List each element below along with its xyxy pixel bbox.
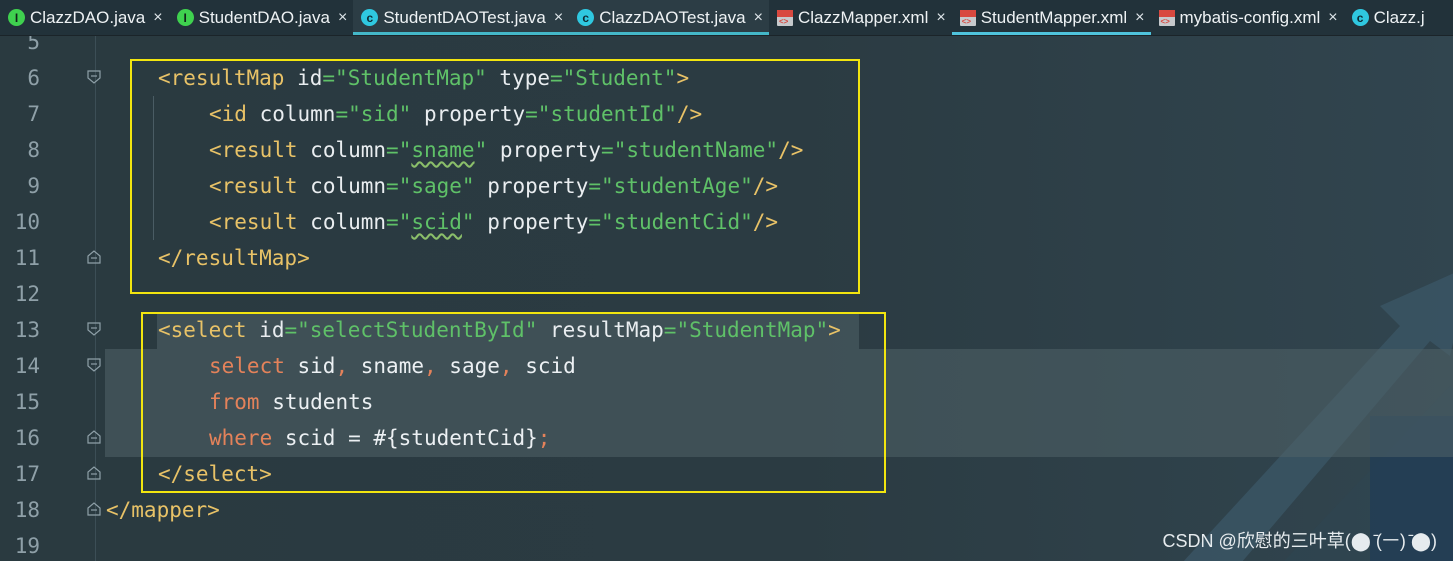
close-icon[interactable]: × bbox=[936, 9, 945, 27]
highlight-box-select bbox=[141, 312, 886, 493]
close-icon[interactable]: × bbox=[153, 9, 162, 27]
close-icon[interactable]: × bbox=[1328, 9, 1337, 27]
highlight-box-resultmap bbox=[130, 59, 860, 294]
tab-label: StudentDAO.java bbox=[198, 7, 330, 27]
tab-mybatis-config-xml[interactable]: mybatis-config.xml × bbox=[1151, 0, 1344, 35]
tab-label: Clazz.j bbox=[1373, 7, 1425, 27]
line-number: 8 bbox=[27, 138, 40, 162]
tab-label: ClazzDAO.java bbox=[30, 7, 146, 27]
tab-label: StudentMapper.xml bbox=[980, 7, 1128, 27]
interface-icon: I bbox=[176, 9, 194, 26]
code-line-5: 5 bbox=[0, 36, 1453, 60]
line-number: 10 bbox=[14, 210, 40, 234]
tab-clazz-java[interactable]: c Clazz.j bbox=[1344, 0, 1431, 35]
line-number: 6 bbox=[27, 66, 40, 90]
tab-clazzdao-java[interactable]: I ClazzDAO.java × bbox=[0, 0, 169, 35]
tab-clazzdaotest-java[interactable]: c ClazzDAOTest.java × bbox=[569, 0, 769, 35]
class-icon: c bbox=[1351, 9, 1369, 26]
tab-label: mybatis-config.xml bbox=[1179, 7, 1321, 27]
line-number: 13 bbox=[14, 318, 40, 342]
interface-icon: I bbox=[8, 9, 25, 26]
fold-end-icon[interactable] bbox=[87, 466, 101, 480]
line-number: 18 bbox=[14, 498, 40, 522]
xml-file-icon bbox=[1158, 9, 1175, 26]
editor-tab-bar: I ClazzDAO.java × I StudentDAO.java × c … bbox=[0, 0, 1453, 36]
close-icon[interactable]: × bbox=[338, 9, 347, 27]
line-number: 9 bbox=[27, 174, 40, 198]
fold-collapse-icon[interactable] bbox=[87, 322, 101, 336]
line-number: 19 bbox=[14, 534, 40, 558]
class-icon: c bbox=[577, 9, 595, 26]
fold-end-icon[interactable] bbox=[87, 250, 101, 264]
class-icon: c bbox=[361, 9, 379, 26]
line-number: 12 bbox=[14, 282, 40, 306]
line-number: 5 bbox=[27, 36, 40, 54]
close-icon[interactable]: × bbox=[754, 9, 763, 27]
tab-studentdao-java[interactable]: I StudentDAO.java × bbox=[169, 0, 354, 35]
line-number: 16 bbox=[14, 426, 40, 450]
line-number: 11 bbox=[14, 246, 40, 270]
tab-studentmapper-xml[interactable]: StudentMapper.xml × bbox=[951, 0, 1151, 35]
code-line-18: 18 </mapper> bbox=[0, 492, 1453, 528]
fold-collapse-icon[interactable] bbox=[87, 358, 101, 372]
line-number: 17 bbox=[14, 462, 40, 486]
fold-collapse-icon[interactable] bbox=[87, 70, 101, 84]
close-icon[interactable]: × bbox=[1135, 9, 1144, 27]
xml-file-icon bbox=[776, 9, 793, 26]
tab-label: StudentDAOTest.java bbox=[383, 7, 546, 27]
tab-clazzmapper-xml[interactable]: ClazzMapper.xml × bbox=[769, 0, 952, 35]
tab-studentdaotest-java[interactable]: c StudentDAOTest.java × bbox=[353, 0, 570, 35]
xml-file-icon bbox=[959, 9, 976, 26]
fold-end-icon[interactable] bbox=[87, 502, 101, 516]
line-number: 7 bbox=[27, 102, 40, 126]
code-text: </mapper> bbox=[106, 498, 220, 522]
fold-end-icon[interactable] bbox=[87, 430, 101, 444]
tab-label: ClazzDAOTest.java bbox=[599, 7, 746, 27]
code-editor[interactable]: 5 6 <resultMap id="StudentMap" type="Stu… bbox=[0, 36, 1453, 561]
line-number: 14 bbox=[14, 354, 40, 378]
close-icon[interactable]: × bbox=[554, 9, 563, 27]
line-number: 15 bbox=[14, 390, 40, 414]
watermark-text: CSDN @欣慰的三叶草(⬤ ̄(㇐) ̄⬤) bbox=[1162, 531, 1437, 551]
tab-label: ClazzMapper.xml bbox=[797, 7, 929, 27]
